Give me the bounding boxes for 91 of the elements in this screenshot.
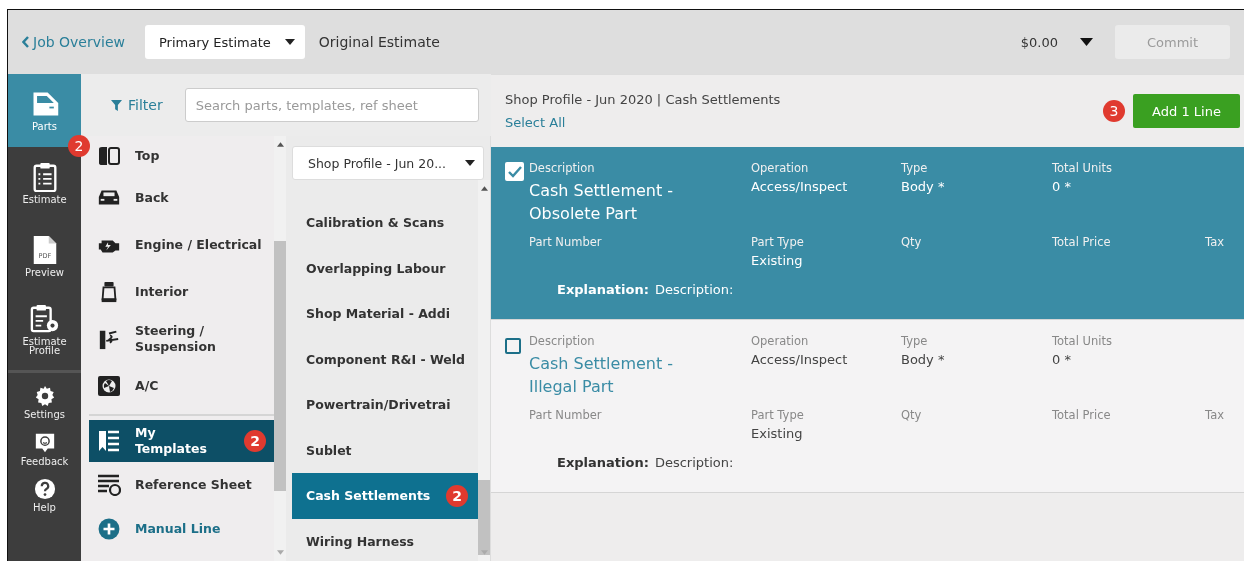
template-list-icon xyxy=(97,430,121,452)
caret-icon[interactable] xyxy=(1080,38,1093,46)
count-badge: 2 xyxy=(244,430,266,452)
scroll-down-icon xyxy=(277,550,284,555)
field-value: Existing xyxy=(751,253,804,269)
template-item[interactable]: Overlapping Labour xyxy=(292,245,478,291)
profile-dropdown[interactable]: Shop Profile - Jun 20... xyxy=(292,146,484,180)
category-item[interactable]: Back xyxy=(89,178,274,218)
count-badge: 2 xyxy=(446,484,468,507)
breadcrumb: Shop Profile - Jun 2020 | Cash Settlements xyxy=(505,92,782,107)
rail-item[interactable]: Help xyxy=(8,470,81,517)
category-item[interactable]: Interior xyxy=(89,272,274,312)
field-label: Tax xyxy=(1205,235,1224,250)
field-label: Description xyxy=(529,334,596,348)
section-item[interactable]: My Templates 2 xyxy=(89,420,274,462)
feedback-icon xyxy=(33,431,56,454)
field-label: Part Number xyxy=(529,408,603,423)
fan-icon xyxy=(97,375,121,397)
field-label: Description xyxy=(529,161,596,175)
scroll-thumb[interactable] xyxy=(274,241,286,491)
explanation-text: Description: xyxy=(654,282,734,298)
category-item[interactable]: Top xyxy=(89,136,274,176)
field-label: Type xyxy=(901,334,929,348)
section-item[interactable]: Reference Sheet xyxy=(89,464,274,506)
estimate-title: Original Estimate xyxy=(318,34,440,50)
line-description: Cash Settlement - Illegal Part xyxy=(529,353,675,399)
car-top-icon xyxy=(97,145,121,167)
caret-icon xyxy=(284,39,295,45)
line-description: Cash Settlement - Obsolete Part xyxy=(529,180,675,226)
checkbox[interactable] xyxy=(505,338,521,354)
field-label: Total Price xyxy=(1052,235,1112,250)
line-item-card[interactable]: Description Cash Settlement - Illegal Part Operation Access/Inspect Type Body * Total Units 0 * Part Number Part Type Existing Qty Total Price Tax Explanation: Description: xyxy=(491,320,1244,493)
field-label: Total Units xyxy=(1052,334,1113,348)
field-label: Operation xyxy=(751,161,810,175)
rail-item[interactable]: Estimate Profile xyxy=(8,293,81,366)
field-value: Existing xyxy=(751,426,804,442)
field-label: Tax xyxy=(1205,408,1224,423)
scroll-up-icon xyxy=(481,186,488,191)
field-value: Body * xyxy=(901,352,946,367)
select-all-link[interactable]: Select All xyxy=(505,115,1095,130)
field-label: Type xyxy=(901,161,929,175)
explanation-text: Description: xyxy=(654,455,734,471)
template-item[interactable]: Shop Material - Addi xyxy=(292,291,478,337)
estimate-dropdown[interactable]: Primary Estimate xyxy=(144,25,305,59)
funnel-icon xyxy=(111,99,122,111)
field-label: Part Type xyxy=(751,408,805,423)
checkmark-icon xyxy=(507,165,522,178)
field-label: Total Price xyxy=(1052,408,1112,423)
manual-line-link[interactable]: Manual Line xyxy=(89,508,274,550)
field-value: Body * xyxy=(901,179,946,194)
list-clock-icon xyxy=(97,474,121,496)
template-item[interactable]: Cash Settlements 2 xyxy=(292,473,478,519)
help-icon xyxy=(33,478,56,500)
field-label: Total Units xyxy=(1052,161,1113,175)
line-item-card[interactable]: Description Cash Settlement - Obsolete Part Operation Access/Inspect Type Body * Total Units 0 * Part Number Part Type Existing Qty Total Price Tax Explanation: Description: xyxy=(491,147,1244,320)
field-value: Access/Inspect xyxy=(751,179,849,194)
field-value: 0 * xyxy=(1052,179,1072,194)
field-value: Access/Inspect xyxy=(751,352,849,367)
category-item[interactable]: Engine / Electrical xyxy=(89,220,274,270)
filter-button[interactable]: Filter xyxy=(111,97,163,113)
rail-item[interactable]: Feedback xyxy=(8,423,81,470)
rail-item[interactable]: Settings xyxy=(8,377,81,424)
caret-icon xyxy=(465,160,475,166)
field-label: Qty xyxy=(901,408,923,423)
scrollbar[interactable] xyxy=(274,136,286,561)
field-label: Part Type xyxy=(751,235,805,250)
category-item[interactable]: Steering / Suspension xyxy=(89,314,274,364)
template-item[interactable]: Powertrain/Drivetrai xyxy=(292,382,478,428)
category-item[interactable]: A/C xyxy=(89,366,274,406)
total-amount: $0.00 xyxy=(1020,34,1058,50)
scrollbar[interactable] xyxy=(478,180,490,561)
explanation-label: Explanation: xyxy=(557,455,649,471)
template-item[interactable]: Sublet xyxy=(292,427,478,473)
field-label: Operation xyxy=(751,334,810,348)
clipboard-gear-icon xyxy=(29,303,60,334)
template-item[interactable]: Calibration & Scans xyxy=(292,200,478,246)
plus-circle-icon xyxy=(97,518,121,540)
field-value: 0 * xyxy=(1052,352,1072,367)
field-label: Part Number xyxy=(529,235,603,250)
field-label: Qty xyxy=(901,235,923,250)
template-item[interactable]: Component R&I - Weld xyxy=(292,336,478,382)
template-item[interactable]: Wiring Harness xyxy=(292,518,478,561)
step-badge: 3 xyxy=(1103,100,1125,122)
search-field[interactable]: Search parts, templates, ref sheet xyxy=(184,88,479,122)
settings-icon xyxy=(33,385,56,407)
chevron-left-icon xyxy=(22,36,30,48)
scroll-up-icon xyxy=(277,142,284,147)
scroll-down-icon xyxy=(481,550,488,555)
scroll-thumb[interactable] xyxy=(478,480,490,555)
explanation-label: Explanation: xyxy=(557,282,649,298)
suspension-icon xyxy=(97,328,121,350)
